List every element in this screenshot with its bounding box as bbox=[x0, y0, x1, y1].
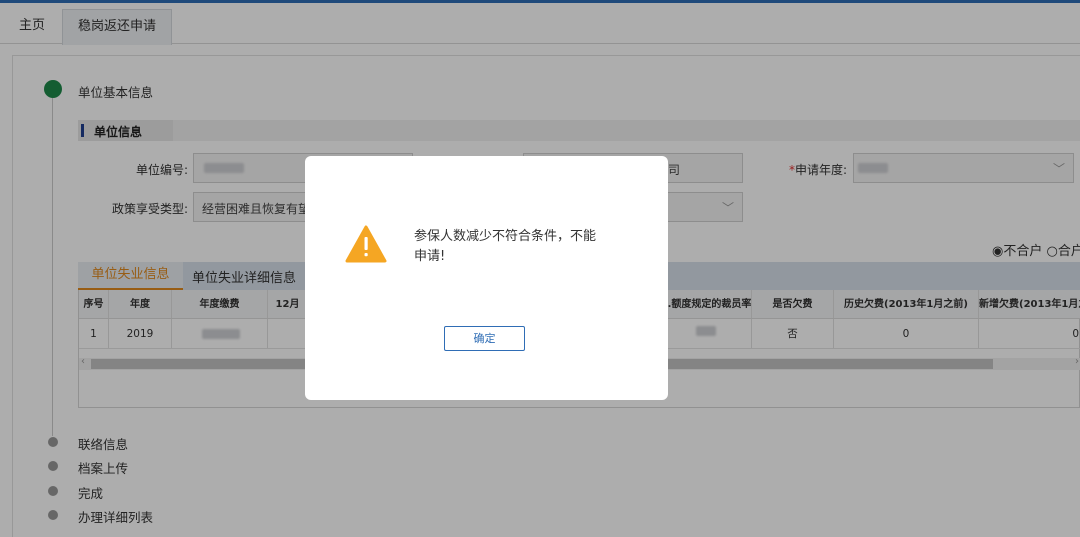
confirm-button[interactable]: 确定 bbox=[444, 326, 525, 351]
alert-dialog: 参保人数减少不符合条件，不能申请! 确定 bbox=[305, 156, 668, 400]
warning-icon bbox=[345, 225, 387, 263]
alert-message: 参保人数减少不符合条件，不能申请! bbox=[414, 229, 597, 264]
